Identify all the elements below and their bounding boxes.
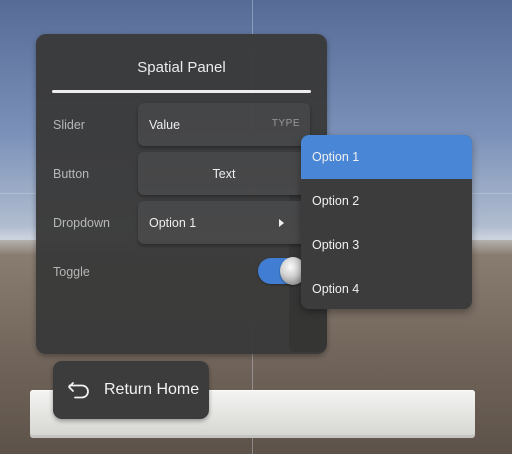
- return-arrow-icon: [68, 382, 89, 399]
- dropdown-option-1[interactable]: Option 1: [301, 135, 472, 179]
- dropdown-row-label: Dropdown: [53, 216, 110, 230]
- slider-value: Value: [149, 118, 181, 132]
- slider-type-label: TYPE: [271, 118, 300, 129]
- text-button[interactable]: Text: [138, 152, 310, 195]
- dropdown-field[interactable]: Option 1: [138, 201, 310, 244]
- dropdown-selected-value: Option 1: [149, 216, 197, 230]
- return-home-button[interactable]: Return Home: [53, 361, 209, 419]
- button-row-label: Button: [53, 167, 90, 181]
- panel-title: Spatial Panel: [137, 59, 226, 76]
- text-button-label: Text: [212, 167, 236, 181]
- caret-right-icon: [279, 219, 284, 227]
- toggle-switch[interactable]: [258, 257, 306, 285]
- slider-row-label: Slider: [53, 118, 85, 132]
- dropdown-menu: Option 1 Option 2 Option 3 Option 4: [301, 135, 472, 309]
- slider-field[interactable]: Value TYPE: [138, 103, 310, 146]
- return-home-label: Return Home: [104, 381, 200, 398]
- dropdown-option-3[interactable]: Option 3: [301, 223, 472, 267]
- spatial-panel: Spatial Panel Slider Value TYPE Button T…: [36, 34, 327, 354]
- toggle-row-label: Toggle: [53, 265, 90, 279]
- dropdown-option-4[interactable]: Option 4: [301, 267, 472, 309]
- dropdown-option-2[interactable]: Option 2: [301, 179, 472, 223]
- title-divider: [52, 90, 311, 93]
